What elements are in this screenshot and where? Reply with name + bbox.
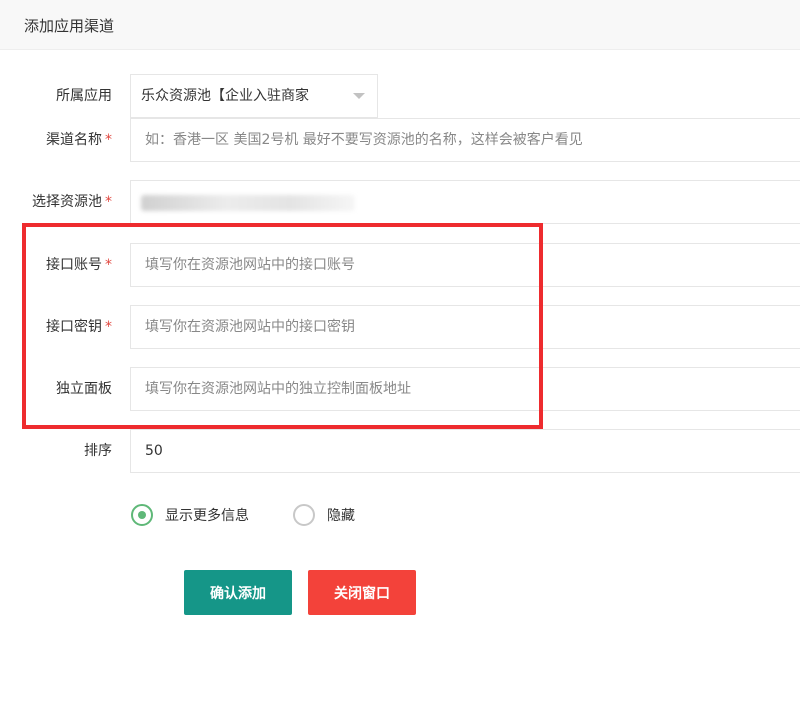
required-mark: * <box>105 132 112 148</box>
dialog-header: 添加应用渠道 <box>0 0 800 50</box>
sort-label: 排序 <box>84 443 112 459</box>
radio-checked-icon <box>131 504 153 526</box>
close-window-button[interactable]: 关闭窗口 <box>308 570 416 615</box>
row-sort: 排序 <box>0 429 800 473</box>
row-app: 所属应用 乐众资源池【企业入驻商家 <box>0 74 800 118</box>
row-channel-name: 渠道名称 * <box>0 118 800 162</box>
api-account-input[interactable] <box>130 243 800 287</box>
panel-label: 独立面板 <box>56 381 112 397</box>
required-mark: * <box>105 194 112 210</box>
app-select[interactable]: 乐众资源池【企业入驻商家 <box>130 74 378 118</box>
row-panel: 独立面板 <box>0 367 800 411</box>
dialog-title: 添加应用渠道 <box>24 17 115 35</box>
chevron-down-icon <box>353 93 365 99</box>
radio-show-more-label: 显示更多信息 <box>165 508 249 524</box>
channel-name-label: 渠道名称 * <box>46 132 112 148</box>
radio-hide-label: 隐藏 <box>327 508 355 524</box>
row-api-secret: 接口密钥 * <box>0 305 800 349</box>
sort-input[interactable] <box>130 429 800 473</box>
channel-name-input[interactable] <box>130 118 800 162</box>
required-mark: * <box>105 319 112 335</box>
panel-input[interactable] <box>130 367 800 411</box>
app-label: 所属应用 <box>56 88 112 104</box>
api-account-label: 接口账号 * <box>46 257 112 273</box>
confirm-add-button[interactable]: 确认添加 <box>184 570 292 615</box>
radio-unchecked-icon <box>293 504 315 526</box>
api-secret-input[interactable] <box>130 305 800 349</box>
pool-select[interactable] <box>130 180 800 224</box>
api-secret-label: 接口密钥 * <box>46 319 112 335</box>
row-pool: 选择资源池 * <box>0 180 800 224</box>
required-mark: * <box>105 257 112 273</box>
app-select-value: 乐众资源池【企业入驻商家 <box>141 88 309 104</box>
blurred-value <box>141 195 355 211</box>
pool-label: 选择资源池 * <box>32 194 112 210</box>
row-api-account: 接口账号 * <box>0 243 800 287</box>
